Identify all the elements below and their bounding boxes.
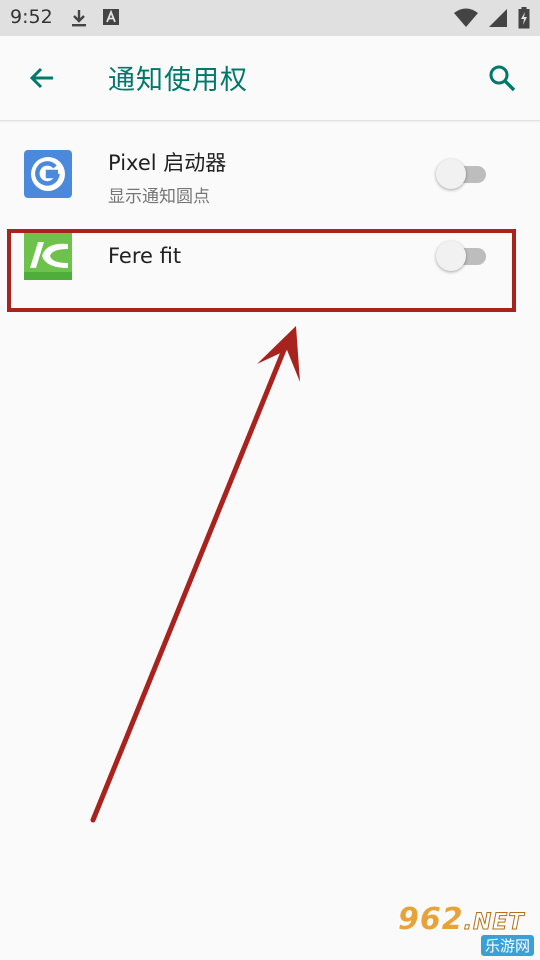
page-title: 通知使用权 (108, 65, 248, 96)
wifi-icon (454, 8, 478, 27)
fere-fit-icon (24, 232, 72, 280)
status-time: 9:52 (10, 6, 53, 28)
status-bar: 9:52 (0, 0, 540, 36)
search-button[interactable] (482, 58, 522, 98)
app-name: Pixel 启动器 (108, 151, 227, 175)
status-left-icons (70, 8, 120, 28)
toggle-thumb (436, 159, 466, 189)
pixel-launcher-icon (24, 150, 72, 198)
arrow-back-icon (29, 67, 53, 89)
signal-icon (489, 9, 507, 27)
watermark-top: 962.NET (398, 902, 524, 937)
search-icon (489, 65, 516, 92)
app-a-icon (103, 9, 119, 25)
toggle-thumb (436, 241, 466, 271)
battery-charging-icon (518, 7, 530, 29)
watermark-net: .NET (463, 910, 525, 936)
watermark-number: 962 (398, 902, 464, 937)
notification-toggle[interactable] (436, 157, 490, 191)
app-list: Pixel 启动器 显示通知圆点 Fere fit (0, 121, 540, 311)
back-button[interactable] (22, 58, 62, 98)
screen: 9:52 通知使用权 Pixel 启动器 显示通知圆点 Fere fit 962… (0, 0, 540, 960)
status-right-icons (454, 7, 530, 29)
watermark-bottom: 乐游网 (480, 935, 534, 956)
notification-toggle[interactable] (436, 239, 490, 273)
app-subtitle: 显示通知圆点 (108, 187, 210, 207)
app-bar: 通知使用权 (0, 36, 540, 121)
list-item-pixel-launcher[interactable]: Pixel 启动器 显示通知圆点 (0, 121, 540, 227)
download-icon (72, 10, 86, 27)
watermark-logo: 962.NET 乐游网 (398, 902, 534, 956)
list-item-fere-fit[interactable]: Fere fit (0, 227, 540, 311)
app-name: Fere fit (108, 244, 182, 268)
